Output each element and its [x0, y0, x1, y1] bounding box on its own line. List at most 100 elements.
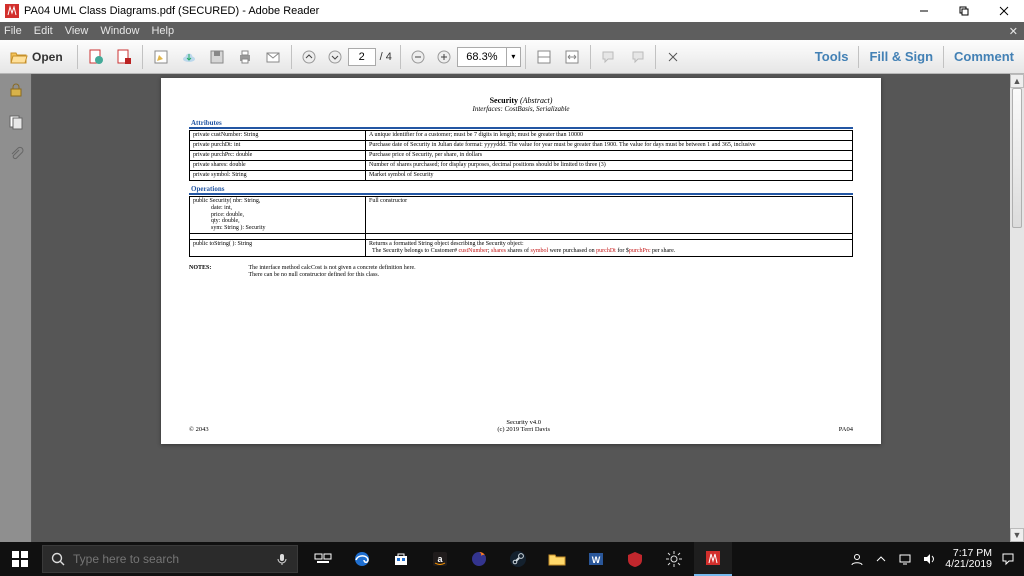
window-close-button[interactable]: [984, 0, 1024, 22]
footer-right: PA04: [839, 426, 853, 433]
document-close-icon[interactable]: ✕: [1009, 25, 1018, 38]
zoom-in-button[interactable]: [432, 45, 456, 69]
footer-center: Security v4.0 (c) 2019 Terri Davis: [209, 419, 839, 434]
create-pdf-button[interactable]: [111, 45, 137, 69]
class-title-note: (Abstract): [520, 96, 552, 105]
mcafee-icon[interactable]: [616, 542, 654, 576]
tostring-desc: Returns a formatted String object descri…: [366, 240, 853, 257]
firefox-icon[interactable]: [460, 542, 498, 576]
fit-page-button[interactable]: [531, 45, 557, 69]
vertical-scrollbar[interactable]: ▲ ▼: [1010, 74, 1024, 542]
search-icon: [43, 552, 73, 567]
scroll-down-button[interactable]: ▼: [1010, 528, 1024, 542]
document-workspace: Security (Abstract) Interfaces: CostBasi…: [0, 74, 1024, 542]
notes-label: NOTES:: [189, 265, 247, 272]
toolbar-separator: [291, 45, 292, 69]
page-total-label: / 4: [376, 51, 396, 63]
class-subtitle: Interfaces: CostBasis, Serializable: [189, 105, 853, 113]
window-minimize-button[interactable]: [904, 0, 944, 22]
lock-icon: [6, 80, 26, 100]
fill-sign-panel-button[interactable]: Fill & Sign: [859, 49, 943, 64]
notes-body: The interface method calcCost is not giv…: [249, 265, 416, 279]
toolbar-separator: [655, 45, 656, 69]
thumbnails-icon[interactable]: [6, 112, 26, 132]
volume-icon[interactable]: [921, 551, 937, 567]
export-pdf-button[interactable]: [83, 45, 109, 69]
folder-open-icon: [10, 50, 28, 64]
toolbar-separator: [77, 45, 78, 69]
page-number-input[interactable]: [348, 48, 376, 66]
window-maximize-button[interactable]: [944, 0, 984, 22]
taskbar-clock[interactable]: 7:17 PM 4/21/2019: [945, 548, 992, 570]
people-icon[interactable]: [849, 551, 865, 567]
app-menubar: File Edit View Window Help ✕: [0, 22, 1024, 40]
task-view-icon[interactable]: [304, 542, 342, 576]
action-center-icon[interactable]: [1000, 551, 1016, 567]
zoom-value: 68.3%: [458, 51, 506, 63]
page-down-button[interactable]: [323, 45, 347, 69]
page-up-button[interactable]: [297, 45, 321, 69]
toolbar-separator: [525, 45, 526, 69]
attachments-icon[interactable]: [6, 144, 26, 164]
windows-taskbar: a W 7:17 PM 4/21/2019: [0, 542, 1024, 576]
attributes-table: private custNumber: StringA unique ident…: [189, 130, 853, 180]
window-title: PA04 UML Class Diagrams.pdf (SECURED) - …: [24, 5, 319, 17]
zoom-out-button[interactable]: [406, 45, 430, 69]
window-titlebar: PA04 UML Class Diagrams.pdf (SECURED) - …: [0, 0, 1024, 22]
toolbar-separator: [142, 45, 143, 69]
open-label: Open: [32, 50, 63, 64]
scroll-thumb[interactable]: [1012, 88, 1022, 228]
operations-heading: Operations: [189, 185, 853, 195]
document-viewport[interactable]: Security (Abstract) Interfaces: CostBasi…: [32, 74, 1010, 542]
menu-help[interactable]: Help: [151, 25, 174, 37]
toolbar-separator: [400, 45, 401, 69]
scroll-up-button[interactable]: ▲: [1010, 74, 1024, 88]
app-toolbar: Open / 4 68.3% ▾ Tools Fill & Sign Comme…: [0, 40, 1024, 74]
zoom-level-select[interactable]: 68.3% ▾: [457, 47, 521, 67]
print-button[interactable]: [232, 45, 258, 69]
comment-history-2-button[interactable]: [624, 45, 650, 69]
comment-panel-button[interactable]: Comment: [944, 49, 1024, 64]
steam-icon[interactable]: [499, 542, 537, 576]
adobe-reader-task-icon[interactable]: [694, 542, 732, 576]
fit-width-button[interactable]: [559, 45, 585, 69]
edge-icon[interactable]: [343, 542, 381, 576]
cloud-button[interactable]: [176, 45, 202, 69]
menu-window[interactable]: Window: [100, 25, 139, 37]
search-input[interactable]: [73, 552, 267, 566]
store-icon[interactable]: [382, 542, 420, 576]
tools-panel-button[interactable]: Tools: [805, 49, 859, 64]
menu-view[interactable]: View: [65, 25, 89, 37]
network-icon[interactable]: [897, 551, 913, 567]
table-row: private shares: doubleNumber of shares p…: [190, 160, 853, 170]
footer-left: © 2043: [189, 426, 209, 433]
table-row: private purchPrc: doublePurchase price o…: [190, 151, 853, 161]
taskbar-search[interactable]: [42, 545, 298, 573]
scroll-track[interactable]: [1010, 88, 1024, 528]
edit-button[interactable]: [148, 45, 174, 69]
svg-text:W: W: [592, 555, 601, 565]
settings-icon[interactable]: [655, 542, 693, 576]
page-footer: © 2043 Security v4.0 (c) 2019 Terri Davi…: [189, 419, 853, 434]
class-title: Security: [490, 96, 518, 105]
mic-icon[interactable]: [267, 552, 297, 566]
table-row: private symbol: StringMarket symbol of S…: [190, 170, 853, 180]
tray-chevron-icon[interactable]: [873, 551, 889, 567]
email-button[interactable]: [260, 45, 286, 69]
explorer-icon[interactable]: [538, 542, 576, 576]
menu-edit[interactable]: Edit: [34, 25, 53, 37]
read-mode-button[interactable]: [661, 45, 685, 69]
amazon-icon[interactable]: a: [421, 542, 459, 576]
adobe-reader-icon: [4, 3, 20, 19]
table-row: private purchDt: intPurchase date of Sec…: [190, 141, 853, 151]
operations-table: public Security( nbr: String, date: int,…: [189, 196, 853, 257]
navigation-rail: [0, 74, 32, 542]
open-file-button[interactable]: Open: [1, 45, 72, 69]
toolbar-separator: [590, 45, 591, 69]
word-icon[interactable]: W: [577, 542, 615, 576]
comment-history-button[interactable]: [596, 45, 622, 69]
save-button[interactable]: [204, 45, 230, 69]
taskbar-apps: a W: [304, 542, 732, 576]
menu-file[interactable]: File: [4, 25, 22, 37]
start-button[interactable]: [0, 542, 40, 576]
